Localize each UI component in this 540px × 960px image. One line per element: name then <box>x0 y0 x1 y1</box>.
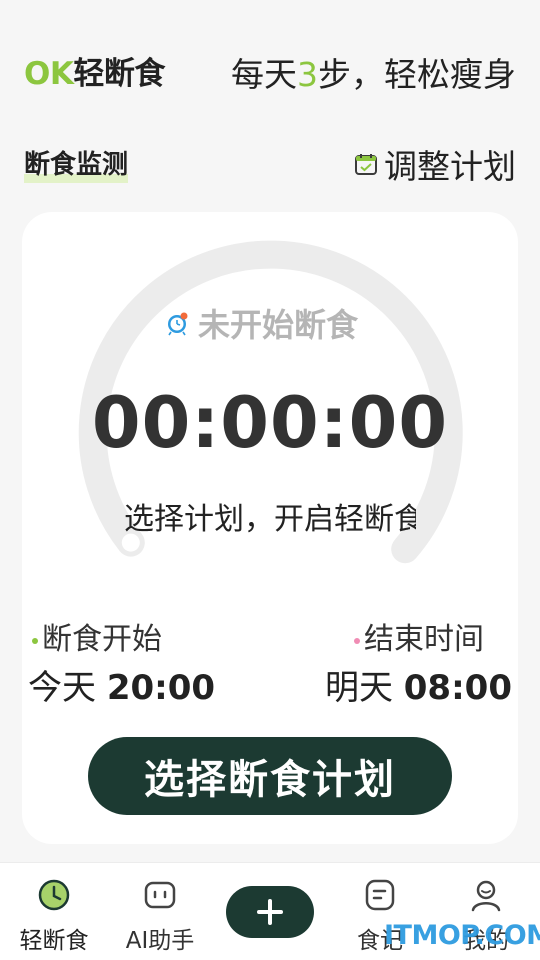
start-time[interactable]: 今天 20:00 <box>28 660 215 709</box>
tab-ai-assistant[interactable]: AI助手 <box>110 863 210 960</box>
slogan-suffix: 步，轻松瘦身 <box>318 55 516 94</box>
slogan-prefix: 每天 <box>231 55 297 94</box>
section-title: 断食监测 <box>24 144 129 183</box>
fasting-status: 未开始断食 <box>164 300 358 346</box>
tab-fasting[interactable]: 轻断食 <box>4 863 104 960</box>
plus-icon <box>257 899 283 925</box>
fasting-status-label: 未开始断食 <box>198 306 359 344</box>
alarm-clock-icon <box>168 312 188 336</box>
slogan: 每天3步，轻松瘦身 <box>231 48 516 96</box>
app-header: OK轻断食 每天3步，轻松瘦身 <box>0 0 540 130</box>
adjust-plan-label: 调整计划 <box>384 147 516 186</box>
add-button[interactable] <box>226 886 314 938</box>
end-time-value: 08:00 <box>403 668 512 708</box>
note-icon <box>365 879 395 911</box>
brand-ok: OK <box>24 56 74 92</box>
tab-ai-assistant-label: AI助手 <box>125 928 195 954</box>
start-dot <box>32 637 38 644</box>
robot-icon <box>144 881 176 909</box>
timer-value: 00:00:00 <box>91 382 449 464</box>
clock-icon <box>38 879 70 911</box>
end-label: 结束时间 <box>354 614 484 658</box>
end-label-text: 结束时间 <box>364 622 484 657</box>
start-label: 断食开始 <box>32 614 162 658</box>
watermark: ITMOP.COM <box>384 920 540 951</box>
slogan-number: 3 <box>297 55 318 94</box>
brand-name: 轻断食 <box>73 56 165 92</box>
select-plan-button[interactable]: 选择断食计划 <box>88 737 452 815</box>
calendar-icon <box>355 154 377 175</box>
app-logo: OK轻断食 <box>24 48 165 93</box>
start-day: 今天 <box>28 668 96 708</box>
tab-fasting-label: 轻断食 <box>19 928 89 954</box>
profile-icon <box>471 880 501 912</box>
end-dot <box>354 637 360 644</box>
adjust-plan-button[interactable]: 调整计划 <box>354 140 516 188</box>
start-label-text: 断食开始 <box>42 622 162 657</box>
end-time[interactable]: 明天 08:00 <box>325 660 512 709</box>
start-time-value: 20:00 <box>106 668 216 708</box>
timer-hint: 选择计划，开启轻断食 <box>124 502 416 537</box>
end-day: 明天 <box>324 668 393 708</box>
